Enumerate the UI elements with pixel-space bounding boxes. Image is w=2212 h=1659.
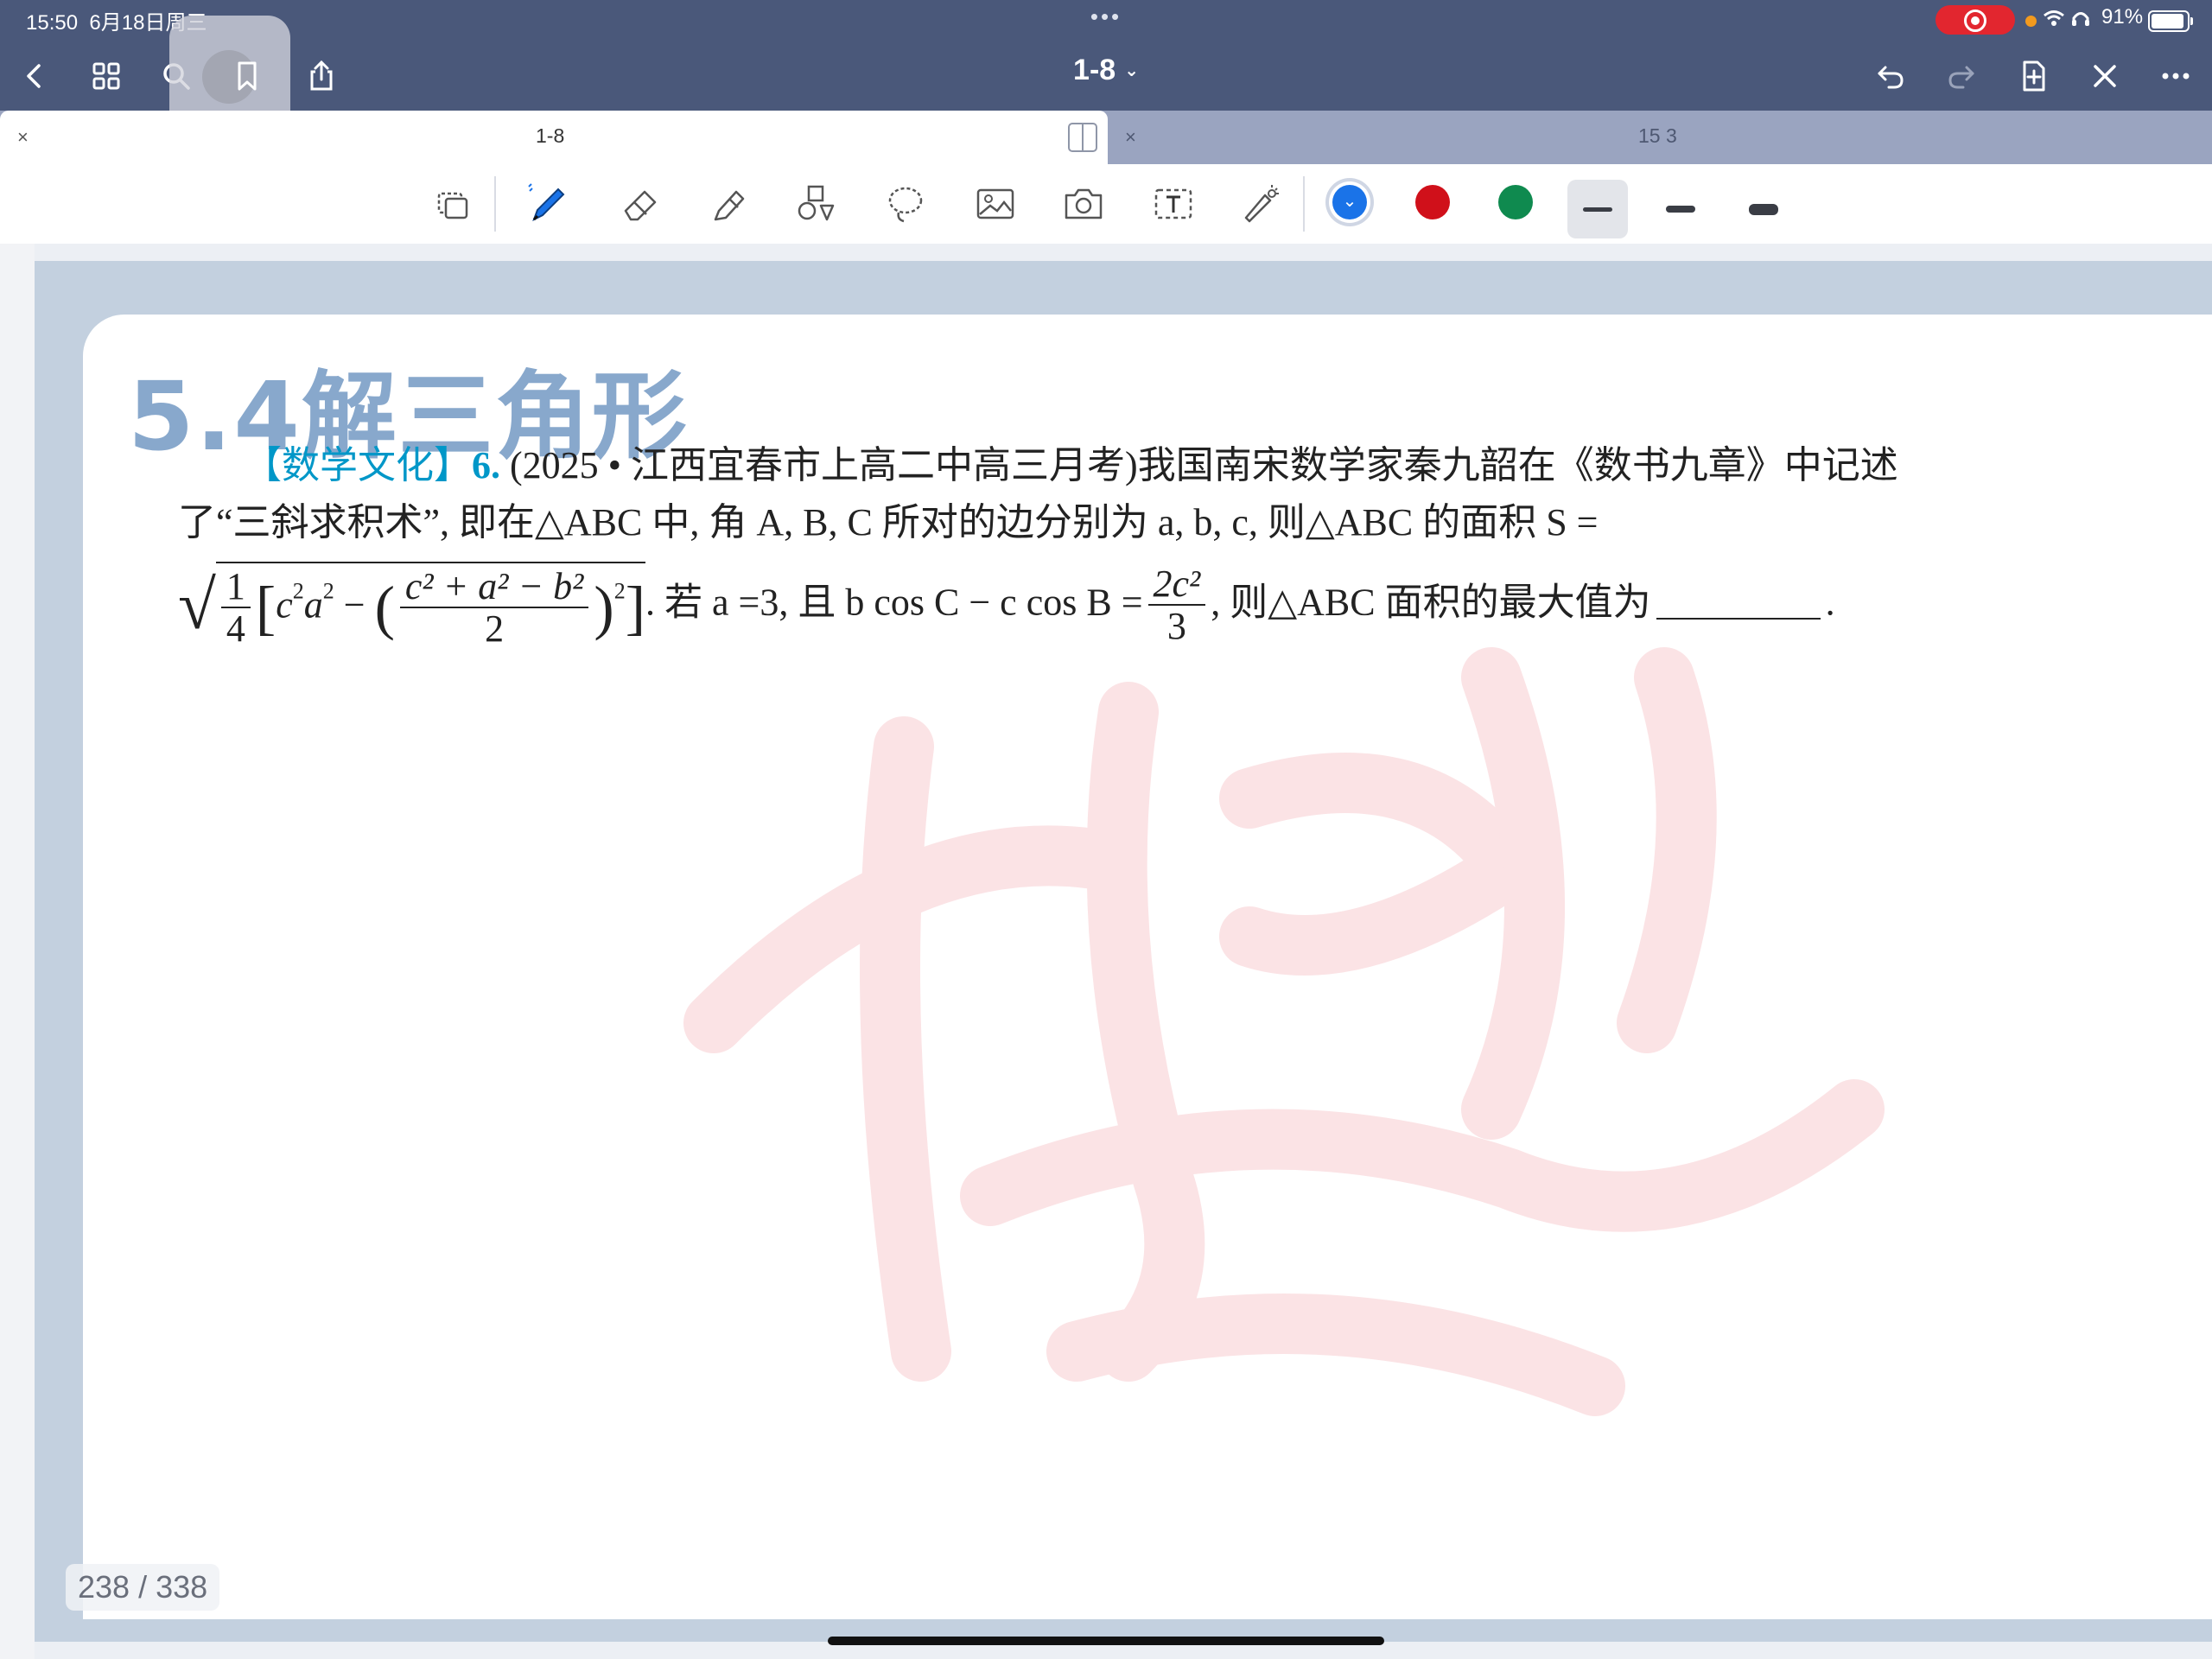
undo-icon: [1878, 66, 1904, 89]
drawing-toolbar: ⌄: [0, 164, 2212, 245]
stroke-thick-button[interactable]: [1733, 180, 1794, 238]
redo-button[interactable]: [1937, 52, 1986, 100]
close-icon: [2094, 65, 2116, 87]
laser-pointer-icon: [1244, 185, 1279, 223]
time-text: 15:50: [26, 11, 79, 35]
toolbar-divider: [1303, 176, 1305, 232]
answer-blank: [1656, 618, 1821, 620]
back-button[interactable]: [10, 52, 59, 100]
document-title: 1-8: [1073, 54, 1116, 86]
wifi-icon: [2044, 10, 2064, 26]
multitask-dots[interactable]: •••: [1090, 3, 1122, 30]
split-view-icon[interactable]: [1068, 123, 1097, 152]
chevron-down-icon: ⌄: [1342, 192, 1357, 211]
mic-in-use-dot: [2025, 16, 2037, 27]
nav-bar: 1-8 ⌄: [0, 16, 2212, 137]
watermark-logo: [683, 647, 1885, 1416]
undo-button[interactable]: [1866, 52, 1915, 100]
problem-line-2: 了“三斜求积术”, 即在△ABC 中, 角 A, B, C 所对的边分别为 a,…: [178, 501, 1599, 543]
left-gutter: [0, 244, 35, 1659]
formula-inner-denominator: 2: [485, 607, 505, 651]
document-title-menu[interactable]: 1-8 ⌄: [1073, 54, 1139, 87]
toolbar-divider: [494, 176, 496, 232]
record-icon: [1964, 10, 1986, 32]
stroke-thin-button[interactable]: [1567, 180, 1628, 238]
tab-label: 15 3: [1638, 124, 1677, 147]
wifi-headphone-icons: [2043, 5, 2090, 29]
tab-close-icon[interactable]: ×: [1125, 126, 1136, 149]
question-text: , 则△ABC 面积的最大值为: [1211, 581, 1651, 624]
highlighter-icon: [714, 190, 745, 221]
area-formula: √ 1 4 [c2a2 − (c² + a² − b² 2)2]: [178, 562, 646, 651]
condition-text: . 若 a =3, 且 b cos C − c cos B =: [645, 581, 1143, 624]
problem-tag: 【数学文化】: [244, 444, 472, 486]
condition-fraction-denominator: 3: [1166, 605, 1186, 648]
pen-tool[interactable]: [522, 180, 570, 228]
tab-label: 1-8: [536, 124, 565, 147]
stroke-medium-icon: [1666, 206, 1695, 213]
tab-15-3[interactable]: × 15 3: [1108, 111, 2212, 164]
stroke-thin-icon: [1583, 207, 1612, 212]
problem-line-1-text: (2025 • 江西宜春市上高二中高三月考)我国南宋数学家秦九韶在《数书九章》中…: [500, 444, 1898, 486]
bookmark-button[interactable]: [223, 52, 271, 100]
shapes-icon: [798, 185, 835, 221]
tab-close-icon[interactable]: ×: [17, 126, 29, 149]
tab-1-8[interactable]: × 1-8: [0, 111, 1108, 164]
highlighter-tool[interactable]: [705, 180, 753, 228]
select-tool[interactable]: [429, 180, 477, 228]
lasso-tool[interactable]: [881, 180, 930, 228]
status-bar: 15:50 6月18日周三 ••• 91%: [0, 0, 2212, 40]
grid-view-button[interactable]: [82, 52, 130, 100]
stroke-medium-button[interactable]: [1650, 180, 1711, 238]
shapes-tool[interactable]: [793, 180, 842, 228]
chevron-left-icon: [27, 64, 41, 88]
eraser-icon: [624, 190, 657, 221]
problem-line-3: √ 1 4 [c2a2 − (c² + a² − b² 2)2] . 若 a =3, …: [178, 562, 1835, 651]
camera-tool[interactable]: [1059, 180, 1108, 228]
add-page-button[interactable]: [2010, 52, 2058, 100]
chevron-down-icon: ⌄: [1124, 61, 1139, 80]
image-icon: [976, 188, 1014, 219]
document-area[interactable]: 5.4解三角形 【数学文化】6. (2025 • 江西宜春市上高二中高三月考)我…: [0, 244, 2212, 1659]
page-counter: 238 / 338: [66, 1564, 220, 1611]
more-button[interactable]: [2152, 52, 2200, 100]
pdf-page[interactable]: 5.4解三角形 【数学文化】6. (2025 • 江西宜春市上高二中高三月考)我…: [35, 261, 2212, 1642]
color-red-swatch[interactable]: [1415, 185, 1450, 219]
text-tool[interactable]: [1149, 180, 1198, 228]
formula-quarter-denominator: 4: [226, 607, 245, 651]
eraser-tool[interactable]: [617, 180, 665, 228]
text-icon: [1154, 188, 1192, 219]
color-blue-swatch[interactable]: ⌄: [1332, 185, 1367, 219]
headphones-icon: [2071, 11, 2089, 26]
stroke-thick-icon: [1749, 203, 1778, 215]
close-pen-button[interactable]: [2081, 52, 2129, 100]
more-icon: [2162, 73, 2190, 79]
grid-icon: [92, 62, 120, 90]
laser-pointer-tool[interactable]: [1237, 180, 1286, 228]
image-tool[interactable]: [971, 180, 1020, 228]
problem-number: 6.: [472, 444, 500, 486]
condition-fraction-numerator: 2c²: [1147, 563, 1206, 607]
color-green-swatch[interactable]: [1498, 185, 1533, 219]
camera-icon: [1065, 188, 1103, 219]
problem-line-1: 【数学文化】6. (2025 • 江西宜春市上高二中高三月考)我国南宋数学家秦九…: [244, 434, 1898, 489]
lasso-icon: [888, 187, 923, 223]
battery-percent: 91%: [2101, 5, 2144, 29]
select-icon: [437, 192, 468, 219]
share-icon: [310, 60, 333, 91]
question-end: .: [1825, 581, 1835, 624]
share-button[interactable]: [297, 52, 346, 100]
tab-bar: × 1-8 × 15 3: [0, 111, 2212, 164]
bookmark-icon: [238, 61, 257, 91]
battery-icon: [2148, 10, 2193, 32]
formula-inner-numerator: c² + a² − b²: [399, 566, 589, 609]
pen-icon: [528, 183, 565, 222]
screen-recording-indicator[interactable]: [1936, 5, 2015, 35]
page-content[interactable]: 5.4解三角形 【数学文化】6. (2025 • 江西宜春市上高二中高三月考)我…: [83, 315, 2212, 1619]
formula-quarter-numerator: 1: [220, 566, 251, 609]
add-page-icon: [2023, 60, 2045, 92]
home-indicator[interactable]: [828, 1637, 1384, 1645]
redo-icon: [1948, 66, 1974, 89]
